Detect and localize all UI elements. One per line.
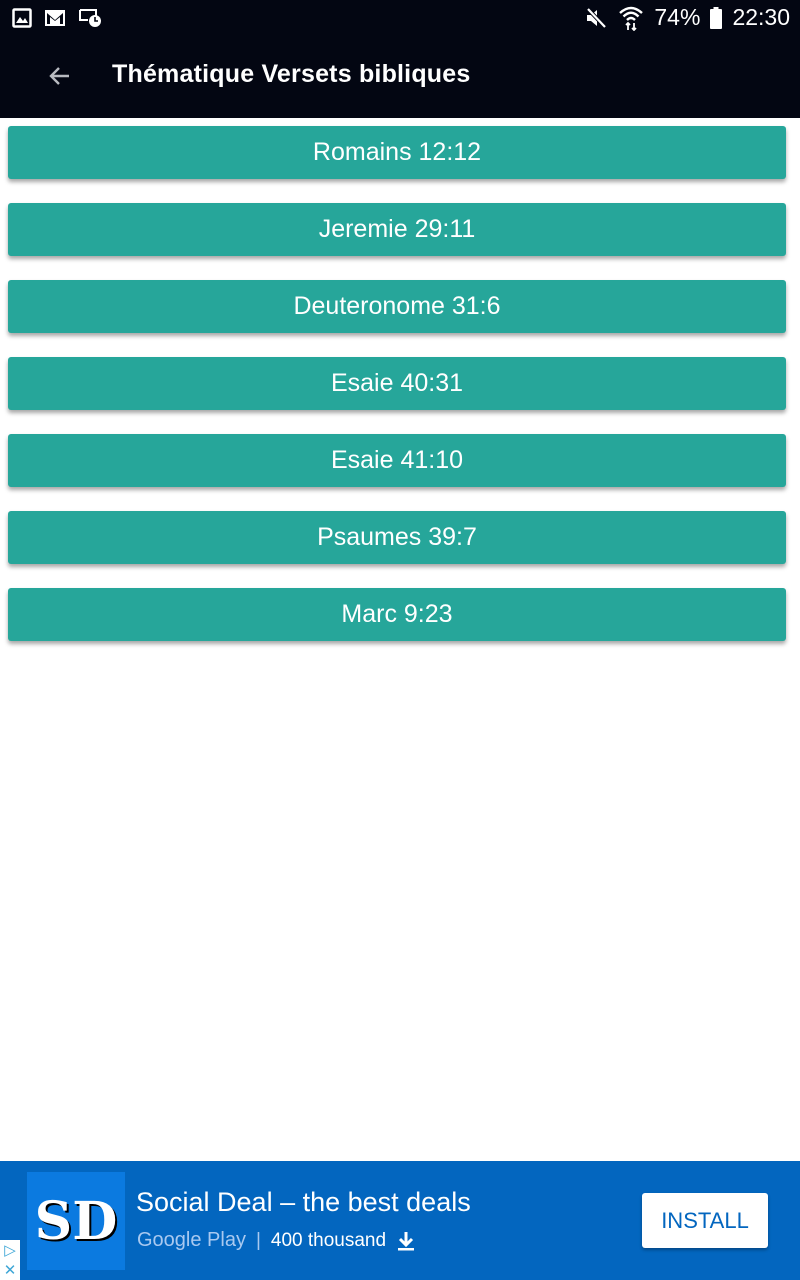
verse-button-deuteronome-31-6[interactable]: Deuteronome 31:6 <box>8 280 786 333</box>
verse-button-psaumes-39-7[interactable]: Psaumes 39:7 <box>8 511 786 564</box>
mute-icon <box>586 7 607 28</box>
verse-button-esaie-40-31[interactable]: Esaie 40:31 <box>8 357 786 410</box>
arrow-back-icon <box>49 67 69 85</box>
clock: 22:30 <box>732 4 790 30</box>
adchoices-icon[interactable]: ▷ <box>0 1240 20 1260</box>
verse-button-jeremie-29-11[interactable]: Jeremie 29:11 <box>8 203 786 256</box>
verse-button-esaie-41-10[interactable]: Esaie 41:10 <box>8 434 786 487</box>
wifi-icon <box>619 6 644 31</box>
screen-timer-icon <box>79 9 101 27</box>
gallery-icon <box>12 8 32 28</box>
install-button[interactable]: INSTALL <box>642 1193 768 1248</box>
ad-separator: | <box>255 1229 261 1251</box>
gmail-icon <box>45 10 65 26</box>
app-bar: Thématique Versets bibliques <box>0 36 800 118</box>
verse-list: Romains 12:12 Jeremie 29:11 Deuteronome … <box>8 126 786 665</box>
ad-title[interactable]: Social Deal – the best deals <box>136 1187 471 1218</box>
ad-close-icon[interactable]: ✕ <box>0 1260 20 1280</box>
verse-button-romains-12-12[interactable]: Romains 12:12 <box>8 126 786 179</box>
adchoices: ▷ ✕ <box>0 1240 20 1280</box>
page-title: Thématique Versets bibliques <box>112 60 471 88</box>
download-icon <box>398 1231 415 1250</box>
ad-subtitle: Google Play | 400 thousand <box>137 1229 416 1252</box>
battery-icon <box>710 6 723 29</box>
ad-downloads: 400 thousand <box>270 1229 387 1251</box>
ad-app-logo[interactable]: SD <box>27 1172 125 1270</box>
back-button[interactable] <box>40 58 80 94</box>
ad-banner[interactable]: SD Social Deal – the best deals Google P… <box>0 1161 800 1280</box>
verse-button-marc-9-23[interactable]: Marc 9:23 <box>8 588 786 641</box>
battery-percent: 74% <box>654 4 701 30</box>
google-play-label: Google Play <box>137 1229 246 1251</box>
status-bar: 74% 22:30 <box>0 0 800 36</box>
